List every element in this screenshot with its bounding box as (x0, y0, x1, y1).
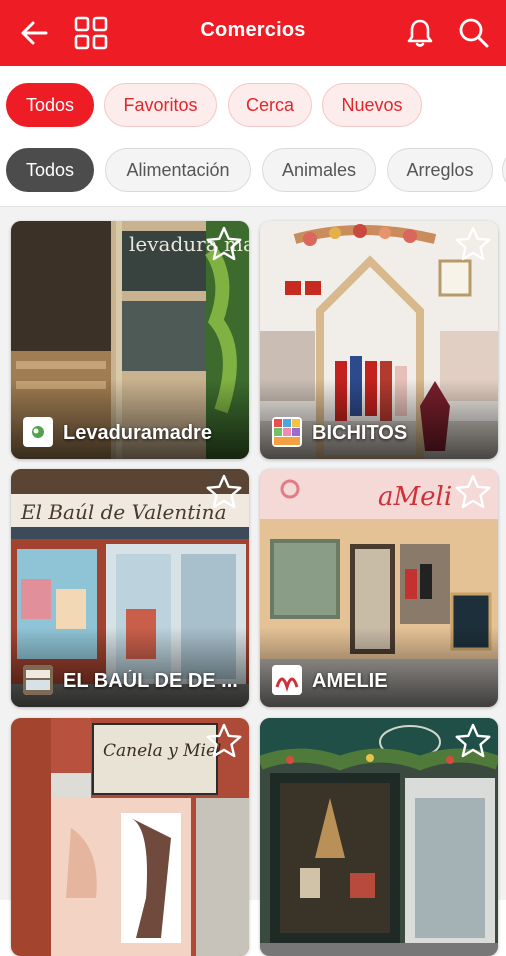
search-icon (459, 18, 489, 48)
filter-chip-cerca[interactable]: Cerca (228, 83, 312, 127)
favorite-star-icon[interactable] (454, 225, 492, 263)
category-chip-alimentacion[interactable]: Alimentación (105, 148, 251, 192)
filter-chip-nuevos[interactable]: Nuevos (322, 83, 422, 127)
shop-card[interactable]: levadura madre Levaduramadre (11, 221, 249, 459)
favorite-star-icon[interactable] (205, 225, 243, 263)
category-chip-animales[interactable]: Animales (262, 148, 376, 192)
notifications-button[interactable] (400, 13, 440, 53)
favorite-star-icon[interactable] (205, 473, 243, 511)
shop-name: AMELIE (312, 670, 388, 692)
category-filter-bar: Todos Alimentación Animales Arreglos (0, 148, 506, 196)
shop-name: EL BAÚL DE DE ... (63, 670, 238, 692)
shop-sign: Canela y Miel (103, 741, 221, 761)
shop-card[interactable]: El Baúl de Valentina EL BAÚL DE DE ... (11, 469, 249, 707)
search-button[interactable] (454, 13, 494, 53)
shop-card[interactable]: BICHITOS (260, 221, 498, 459)
shop-card[interactable]: aMeli AMELIE (260, 469, 498, 707)
shop-sign: aMeli (378, 482, 452, 512)
favorite-star-icon[interactable] (205, 722, 243, 760)
app-bar: Comercios (0, 0, 506, 66)
shop-name: Levaduramadre (63, 422, 212, 444)
favorite-star-icon[interactable] (454, 473, 492, 511)
bell-icon (407, 19, 433, 47)
shop-logo (272, 665, 302, 695)
shop-name: BICHITOS (312, 422, 408, 444)
category-chip-todos[interactable]: Todos (6, 148, 94, 192)
favorite-star-icon[interactable] (454, 722, 492, 760)
shop-logo (272, 417, 302, 447)
main-filter-bar: Todos Favoritos Cerca Nuevos (0, 83, 506, 131)
category-chip-arreglos[interactable]: Arreglos (387, 148, 493, 192)
shop-sign: El Baúl de Valentina (20, 500, 227, 524)
shop-card[interactable] (260, 718, 498, 956)
filter-chip-favoritos[interactable]: Favoritos (104, 83, 217, 127)
shop-logo (23, 417, 53, 447)
filter-chip-todos[interactable]: Todos (6, 83, 94, 127)
shop-card[interactable]: Canela y Miel (11, 718, 249, 956)
category-chip-more[interactable] (502, 148, 506, 192)
shop-logo (23, 665, 53, 695)
